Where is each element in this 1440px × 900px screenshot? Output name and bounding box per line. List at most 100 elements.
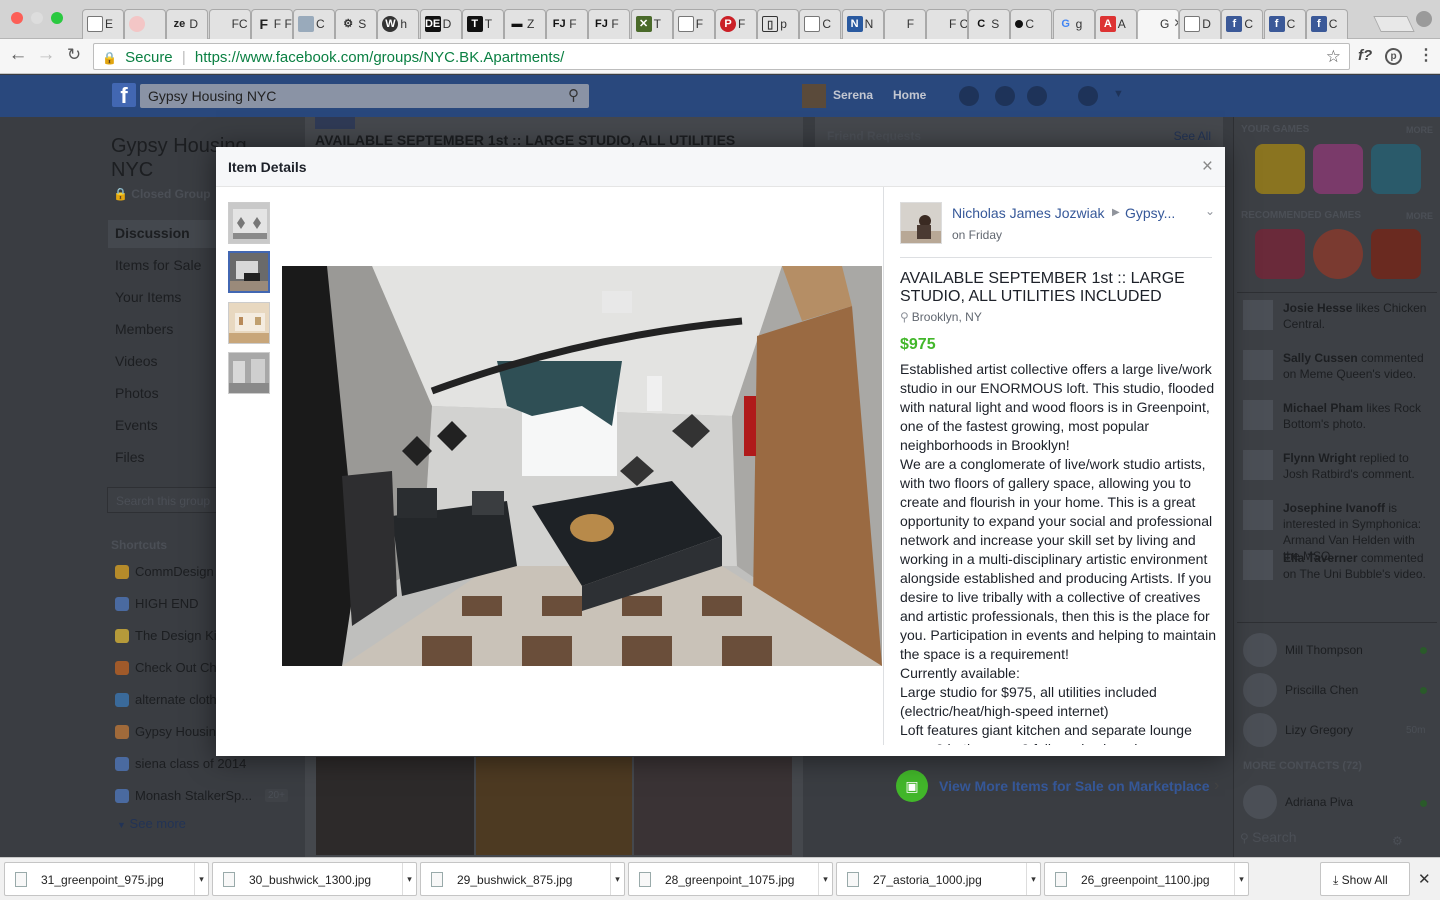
recommended-games-more-link[interactable]: MORE bbox=[1406, 211, 1433, 221]
maximize-window-button[interactable] bbox=[51, 12, 63, 24]
download-item[interactable]: 28_greenpoint_1075.jpg ▾ bbox=[628, 862, 833, 896]
tab-26[interactable]: G✕ bbox=[1137, 9, 1179, 39]
words-game-icon[interactable] bbox=[1255, 144, 1305, 194]
facebook-search-input[interactable]: Gypsy Housing NYC ⚲ bbox=[140, 84, 589, 108]
forward-button[interactable]: → bbox=[35, 45, 57, 65]
group-nav-item-items-for-sale[interactable]: Items for Sale bbox=[115, 257, 201, 273]
close-icon[interactable]: × bbox=[1202, 156, 1213, 178]
photo-thumbnail-2[interactable] bbox=[228, 251, 270, 293]
tab-8[interactable]: Wh bbox=[377, 9, 420, 39]
download-item[interactable]: 27_astoria_1000.jpg ▾ bbox=[836, 862, 1041, 896]
tab-19[interactable]: NN bbox=[841, 9, 884, 39]
download-item[interactable]: 29_bushwick_875.jpg ▾ bbox=[420, 862, 625, 896]
post-photo-2[interactable] bbox=[476, 757, 632, 855]
tab-14[interactable]: ✕ T bbox=[630, 9, 673, 39]
tab-23[interactable]: C bbox=[1010, 9, 1053, 39]
ticker-story[interactable]: Ella Taverner commented on The Uni Bubbl… bbox=[1283, 550, 1433, 582]
contact-item[interactable]: Priscilla Chen bbox=[1243, 673, 1358, 707]
tab-12[interactable]: FJ F bbox=[546, 9, 589, 39]
profile-icon[interactable] bbox=[1416, 11, 1432, 27]
see-all-link[interactable]: See All bbox=[1174, 129, 1211, 143]
shortcut-item[interactable]: siena class of 2014 bbox=[115, 755, 246, 771]
contact-item[interactable]: Mill Thompson bbox=[1243, 633, 1363, 667]
post-photo-1[interactable] bbox=[316, 757, 474, 855]
contact-item[interactable]: Lizy Gregory bbox=[1243, 713, 1353, 747]
tab-30[interactable]: fC bbox=[1305, 9, 1348, 39]
tab-7[interactable]: ⚙ S bbox=[335, 9, 378, 39]
new-tab-button[interactable] bbox=[1373, 16, 1415, 32]
user-avatar[interactable] bbox=[802, 84, 826, 108]
chevron-down-icon[interactable]: ▾ bbox=[1234, 863, 1248, 895]
tab-10[interactable]: TT bbox=[461, 9, 504, 39]
group-nav-item-your-items[interactable]: Your Items bbox=[115, 289, 181, 305]
chevron-down-icon[interactable]: ▾ bbox=[194, 863, 208, 895]
marketplace-link[interactable]: ▣ View More Items for Sale on Marketplac… bbox=[896, 770, 1226, 802]
tab-9[interactable]: DE D bbox=[419, 9, 462, 39]
game-icon-4[interactable] bbox=[1255, 229, 1305, 279]
yahtzee-game-icon[interactable] bbox=[1371, 229, 1421, 279]
group-nav-item-discussion[interactable]: Discussion bbox=[115, 225, 190, 241]
tab-29[interactable]: fC bbox=[1263, 9, 1306, 39]
avatar[interactable] bbox=[1243, 400, 1273, 430]
shortcut-item[interactable]: Gypsy Housin bbox=[115, 723, 216, 739]
shortcut-item[interactable]: HIGH END bbox=[115, 595, 199, 611]
chevron-down-icon[interactable]: ▾ bbox=[402, 863, 416, 895]
shortcut-item[interactable]: The Design Ki bbox=[115, 627, 217, 643]
group-nav-item-photos[interactable]: Photos bbox=[115, 385, 159, 401]
show-all-button[interactable]: ⤓ Show All bbox=[1320, 862, 1410, 896]
avatar[interactable] bbox=[900, 202, 942, 244]
ticker-story[interactable]: Sally Cussen commented on Meme Queen's v… bbox=[1283, 350, 1433, 382]
friends-icon[interactable] bbox=[959, 86, 979, 106]
tab-2[interactable] bbox=[124, 9, 167, 39]
search-icon[interactable]: ⚲ bbox=[568, 86, 579, 104]
tab-13[interactable]: FJ F bbox=[588, 9, 631, 39]
post-title[interactable]: AVAILABLE SEPTEMBER 1st :: LARGE STUDIO,… bbox=[315, 132, 735, 148]
ticker-story[interactable]: Michael Pham likes Rock Bottom's photo. bbox=[1283, 400, 1433, 432]
post-timestamp[interactable]: on Friday bbox=[952, 228, 1002, 242]
reload-button[interactable]: ↻ bbox=[63, 45, 85, 65]
avatar[interactable] bbox=[1243, 300, 1273, 330]
chevron-down-icon[interactable]: ▾ bbox=[610, 863, 624, 895]
tab-20[interactable]: F bbox=[883, 9, 926, 39]
messages-icon[interactable] bbox=[995, 86, 1015, 106]
ticker-name[interactable]: Flynn Wright bbox=[1283, 451, 1356, 465]
tab-25[interactable]: AA bbox=[1094, 9, 1137, 39]
group-nav-item-files[interactable]: Files bbox=[115, 449, 145, 465]
download-item[interactable]: 31_greenpoint_975.jpg ▾ bbox=[4, 862, 209, 896]
url-input[interactable]: 🔒 Secure | https://www.facebook.com/grou… bbox=[93, 43, 1350, 70]
group-link[interactable]: Gypsy... bbox=[1125, 205, 1175, 221]
photo-thumbnail-4[interactable] bbox=[228, 352, 270, 394]
tab-15[interactable]: F bbox=[672, 9, 715, 39]
shortcut-item[interactable]: CommDesign bbox=[115, 563, 214, 579]
tab-27[interactable]: D bbox=[1179, 9, 1222, 39]
tab-17[interactable]: ▯ p bbox=[757, 9, 800, 39]
ticker-name[interactable]: Josie Hesse bbox=[1283, 301, 1352, 315]
game-icon-5[interactable] bbox=[1313, 229, 1363, 279]
close-window-button[interactable] bbox=[11, 12, 23, 24]
ticker-name[interactable]: Ella Taverner bbox=[1283, 551, 1357, 565]
chevron-down-icon[interactable]: ▾ bbox=[818, 863, 832, 895]
account-menu-chevron-icon[interactable]: ▼ bbox=[1113, 88, 1124, 100]
facebook-logo-icon[interactable]: f bbox=[112, 83, 136, 108]
group-nav-item-members[interactable]: Members bbox=[115, 321, 173, 337]
ticker-name[interactable]: Josephine Ivanoff bbox=[1283, 501, 1385, 515]
shortcut-item[interactable]: Check Out Ch bbox=[115, 659, 217, 675]
post-photo-3[interactable] bbox=[634, 757, 792, 855]
group-nav-item-videos[interactable]: Videos bbox=[115, 353, 158, 369]
font-extension-icon[interactable]: f? bbox=[1358, 47, 1372, 64]
group-nav-item-events[interactable]: Events bbox=[115, 417, 158, 433]
back-button[interactable]: ← bbox=[7, 45, 29, 65]
close-icon[interactable]: ✕ bbox=[1418, 870, 1431, 888]
seller-name-link[interactable]: Nicholas James Jozwiak bbox=[952, 205, 1105, 221]
tab-close-icon[interactable]: ✕ bbox=[1173, 16, 1178, 30]
your-games-more-link[interactable]: MORE bbox=[1406, 125, 1433, 135]
avatar[interactable] bbox=[1243, 450, 1273, 480]
game-icon-3[interactable] bbox=[1371, 144, 1421, 194]
tab-11[interactable]: ▬ Z bbox=[504, 9, 546, 39]
bookmark-star-icon[interactable]: ☆ bbox=[1326, 47, 1341, 67]
ticker-name[interactable]: Sally Cussen bbox=[1283, 351, 1358, 365]
ticker-name[interactable]: Michael Pham bbox=[1283, 401, 1363, 415]
tab-3[interactable]: ze D bbox=[166, 9, 209, 39]
notifications-globe-icon[interactable] bbox=[1027, 86, 1047, 106]
avatar[interactable] bbox=[1243, 550, 1273, 580]
